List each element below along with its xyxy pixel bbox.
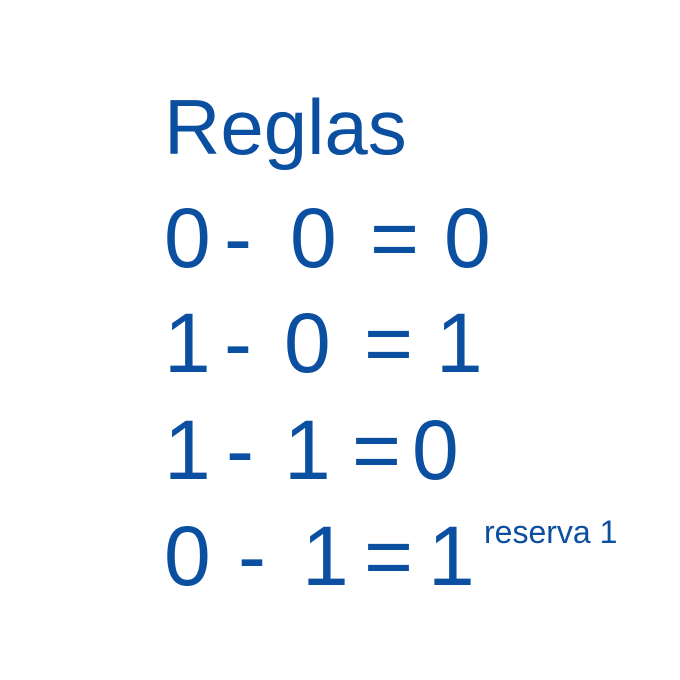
borrow-note: reserva 1 (484, 514, 618, 550)
minus-operator: - (226, 403, 254, 497)
operand-b: 1 (284, 403, 331, 497)
equals-sign: = (370, 191, 420, 285)
rule-row-4: 0 - 1 = 1 reserva 1 (164, 509, 664, 603)
result: 0 (444, 191, 491, 285)
operand-b: 0 (284, 296, 331, 390)
operand-a: 1 (164, 403, 211, 497)
rule-row-2: 1 - 0 = 1 (164, 296, 664, 390)
operand-a: 1 (164, 296, 211, 390)
equals-sign: = (364, 296, 414, 390)
rules-sheet: Reglas 0 - 0 = 0 1 - 0 = 1 1 - 1 = 0 0 -… (0, 0, 680, 680)
page-title: Reglas (164, 83, 407, 171)
minus-operator: - (224, 296, 252, 390)
equals-sign: = (352, 403, 402, 497)
result: 1 (428, 509, 475, 603)
minus-operator: - (224, 191, 252, 285)
rule-row-1: 0 - 0 = 0 (164, 191, 664, 285)
result: 0 (412, 403, 459, 497)
operand-b: 1 (302, 509, 349, 603)
operand-a: 0 (164, 509, 211, 603)
operand-a: 0 (164, 191, 211, 285)
rule-row-3: 1 - 1 = 0 (164, 403, 664, 497)
equals-sign: = (364, 509, 414, 603)
operand-b: 0 (290, 191, 337, 285)
minus-operator: - (238, 509, 266, 603)
result: 1 (436, 296, 483, 390)
